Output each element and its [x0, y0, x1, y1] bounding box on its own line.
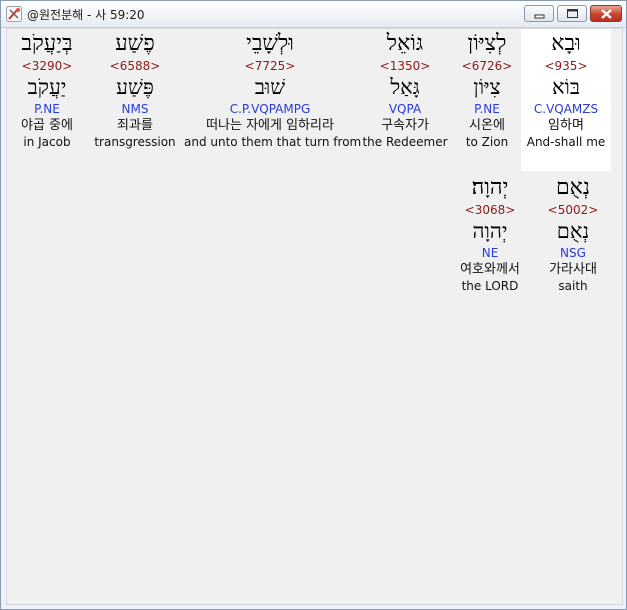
title-bar[interactable]: @원전분해 - 사 59:20	[1, 1, 626, 28]
korean-gloss: 구속자가	[381, 118, 429, 133]
korean-gloss: 여호와께서	[460, 262, 520, 277]
app-window: @원전분해 - 사 59:20 וּבָא <935> בּוֹא C.VQAM…	[0, 0, 627, 610]
maximize-button[interactable]	[557, 5, 587, 22]
korean-gloss: 시온에	[469, 118, 505, 133]
english-gloss: in Jacob	[23, 135, 71, 149]
morph-code: VQPA	[388, 102, 422, 116]
korean-gloss: 죄과를	[117, 118, 153, 133]
word-cell[interactable]: וּבָא <935> בּוֹא C.VQAMZS 임하며 And-shall…	[521, 29, 611, 171]
word-cell[interactable]: יְהוָה׃ <3068> יְהוָה NE 여호와께서 the LORD	[447, 173, 533, 315]
maximize-icon	[567, 9, 578, 18]
word-analysis-panel: וּבָא <935> בּוֹא C.VQAMZS 임하며 And-shall…	[6, 28, 623, 605]
english-gloss: the Redeemer	[362, 135, 448, 149]
morph-code: C.VQAMZS	[533, 102, 599, 116]
english-gloss: the LORD	[461, 279, 519, 293]
window-title: @원전분해 - 사 59:20	[27, 8, 145, 22]
close-icon	[601, 9, 612, 19]
lemma-word: יְהוָה	[472, 219, 508, 243]
close-button[interactable]	[590, 5, 622, 22]
minimize-icon	[534, 14, 545, 19]
tools-icon[interactable]	[6, 6, 22, 22]
hebrew-word: וּבָא	[551, 31, 581, 56]
strong-number[interactable]: <5002>	[527, 203, 619, 218]
korean-gloss: 임하며	[548, 118, 584, 133]
strong-number[interactable]: <3290>	[9, 59, 85, 74]
english-gloss: saith	[558, 279, 588, 293]
lemma-word: בּוֹא	[551, 75, 581, 99]
word-cell[interactable]: פֶשַׁע <6588> פֶּשַׁע NMS 죄과를 transgress…	[90, 29, 180, 171]
strong-number[interactable]: <935>	[521, 59, 611, 74]
morph-code: NMS	[121, 102, 149, 116]
strong-number[interactable]: <6588>	[90, 59, 180, 74]
korean-gloss: 가라사대	[549, 262, 597, 277]
hebrew-word: גּוֹאֵל	[386, 31, 424, 56]
strong-number[interactable]: <6726>	[447, 59, 527, 74]
word-cell[interactable]: גּוֹאֵל <1350> גָּאַל VQPA 구속자가 the Rede…	[359, 29, 451, 171]
minimize-button[interactable]	[524, 5, 554, 22]
hebrew-word: נְאֻם	[555, 175, 591, 200]
word-cell[interactable]: נְאֻם <5002> נְאֻם NSG 가라사대 saith	[527, 173, 619, 315]
strong-number[interactable]: <7725>	[184, 59, 356, 74]
korean-gloss: 야곱 중에	[21, 118, 73, 133]
word-cell[interactable]: וּלְשָׁבֵי <7725> שׁוּב C.P.VQPAMPG 떠나는 …	[184, 29, 362, 171]
lemma-word: פֶּשַׁע	[116, 75, 154, 99]
korean-gloss: 떠나는 자에게 임하리라	[206, 118, 334, 133]
lemma-word: נְאֻם	[556, 219, 590, 243]
hebrew-word: בְּיַעֲקֹב	[21, 31, 73, 56]
morph-code: P.NE	[474, 102, 500, 116]
strong-number[interactable]: <1350>	[359, 59, 451, 74]
morph-code: NE	[481, 246, 499, 260]
morph-code: P.NE	[34, 102, 60, 116]
word-cell[interactable]: בְּיַעֲקֹב <3290> יַעֲקֹב P.NE 야곱 중에 in …	[9, 29, 85, 171]
hebrew-word: יְהוָה׃	[471, 175, 509, 200]
english-gloss: and unto them that turn from	[184, 135, 362, 149]
hebrew-word: פֶשַׁע	[115, 31, 155, 56]
strong-number[interactable]: <3068>	[447, 203, 533, 218]
english-gloss: transgression	[94, 135, 176, 149]
hebrew-word: וּלְשָׁבֵי	[246, 31, 294, 56]
lemma-word: גָּאַל	[390, 75, 420, 99]
hebrew-word: לְצִיּוֹן	[467, 31, 507, 56]
lemma-word: יַעֲקֹב	[27, 75, 67, 99]
lemma-word: צִיּוֹן	[473, 75, 501, 99]
morph-code: NSG	[560, 246, 586, 260]
morph-code: C.P.VQPAMPG	[229, 102, 311, 116]
english-gloss: And-shall me	[526, 135, 606, 149]
word-cell[interactable]: לְצִיּוֹן <6726> צִיּוֹן P.NE 시온에 to Zio…	[447, 29, 527, 171]
english-gloss: to Zion	[465, 135, 509, 149]
lemma-word: שׁוּב	[254, 75, 286, 99]
